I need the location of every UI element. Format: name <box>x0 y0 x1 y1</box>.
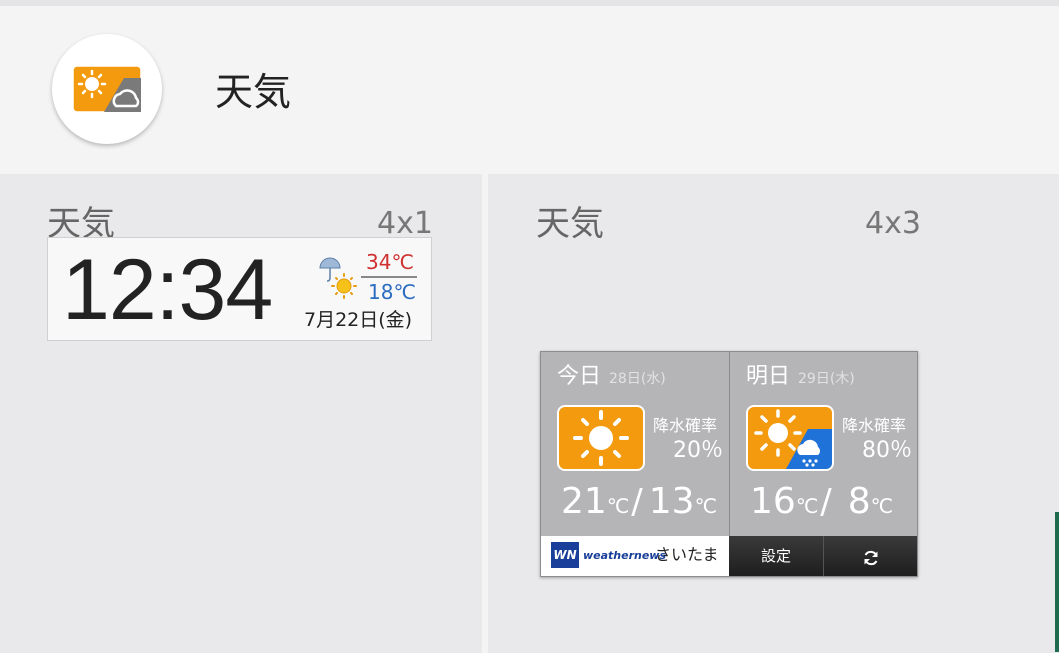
sun-cloud-rain-icon <box>754 409 832 469</box>
temp-unit: ℃ <box>694 494 718 518</box>
today-weather-box <box>557 405 645 471</box>
app-icon-button[interactable] <box>52 34 162 144</box>
high-temp: 21 <box>561 481 607 522</box>
day-label: 明日 <box>746 364 791 389</box>
precip-label: 降水確率 <box>842 416 907 435</box>
day-date: 28日(水) <box>609 371 666 387</box>
temp-slash: / <box>631 482 643 522</box>
temp-range: 16℃/8℃ <box>750 482 893 528</box>
sun-icon <box>573 410 629 466</box>
day-label: 今日 <box>557 364 602 389</box>
widget-size: 4x3 <box>865 206 921 241</box>
settings-button[interactable]: 設定 <box>729 536 823 576</box>
widget-app-header: 天気 <box>0 6 1059 174</box>
high-temp: 34℃ <box>366 250 414 274</box>
tomorrow-weather-box <box>746 405 834 471</box>
brand-name: weathernews <box>583 549 667 562</box>
edge-accent <box>1055 512 1059 652</box>
widget-preview-4x3[interactable]: 今日 28日(水) 降水確率 20％ 21℃/13℃ 明日 29日(木) 降水確… <box>540 351 918 577</box>
city-name: さいたま <box>655 545 719 564</box>
refresh-icon <box>864 550 877 565</box>
high-temp: 16 <box>750 481 796 522</box>
clock-time: 12:34 <box>62 242 273 338</box>
date-label: 7月22日(金) <box>304 309 413 331</box>
weathernews-logo: WN <box>551 542 579 568</box>
temp-range: 21℃/13℃ <box>561 482 717 528</box>
temp-unit: ℃ <box>870 494 894 518</box>
brand-area: WN weathernews さいたま <box>541 536 729 576</box>
weather-app-icon <box>72 65 142 113</box>
low-temp: 13 <box>648 481 695 522</box>
temp-unit: ℃ <box>795 494 819 518</box>
temp-unit: ℃ <box>606 494 630 518</box>
precip-value: 80％ <box>862 438 912 463</box>
temp-divider <box>361 276 417 278</box>
widget-bottom-bar: WN weathernews さいたま 設定 <box>541 536 917 576</box>
refresh-button[interactable] <box>823 536 917 576</box>
low-temp: 8 <box>847 481 871 522</box>
precip-label: 降水確率 <box>653 416 718 435</box>
widget-preview-4x1[interactable]: 12:34 34℃ 18℃ 7月22日(金) <box>47 237 432 341</box>
low-temp: 18℃ <box>368 280 416 304</box>
today-forecast: 今日 28日(水) 降水確率 20％ 21℃/13℃ <box>541 352 729 536</box>
day-date: 29日(木) <box>798 371 855 387</box>
precip-value: 20％ <box>673 438 723 463</box>
tomorrow-forecast: 明日 29日(木) 降水確率 80％ 16℃/8℃ <box>730 352 918 536</box>
temp-slash: / <box>820 482 832 522</box>
rain-then-sun-icon <box>319 257 357 299</box>
widget-name: 天気 <box>536 204 604 244</box>
app-title: 天気 <box>215 70 292 114</box>
